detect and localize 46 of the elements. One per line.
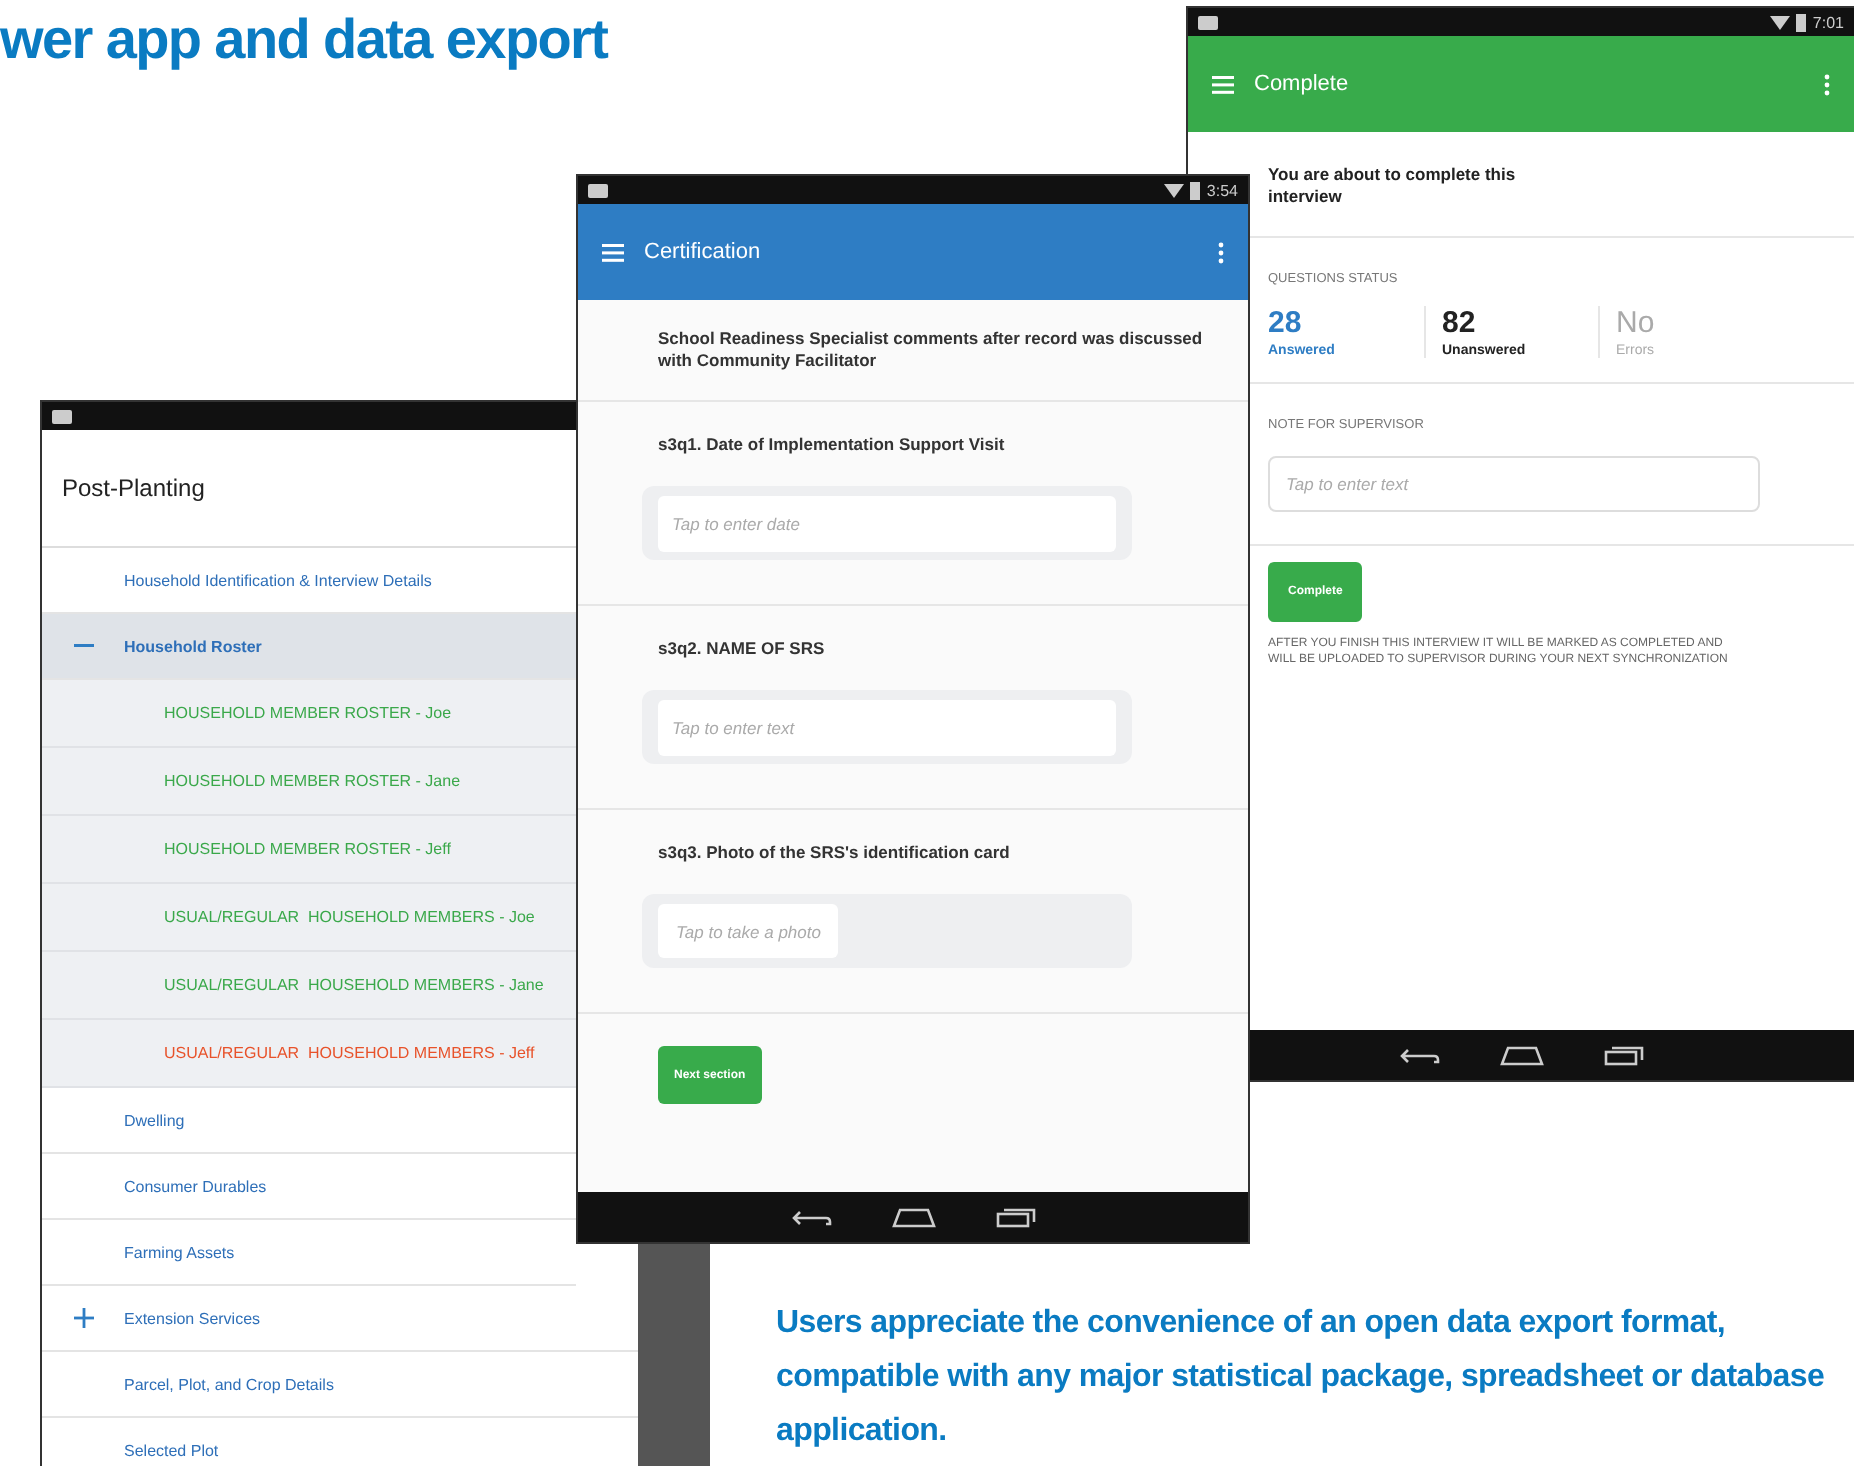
answer-field[interactable]: Tap to enter text: [658, 699, 1116, 755]
status-time: 3:54: [1206, 181, 1238, 199]
stat-value: 28: [1268, 306, 1304, 340]
status-time: 7:01: [1812, 13, 1844, 31]
note-input-field[interactable]: Tap to enter text: [1268, 456, 1760, 512]
section-item[interactable]: Parcel, Plot, and Crop Details: [42, 1352, 638, 1418]
subsection-item[interactable]: HOUSEHOLD MEMBER ROSTER - Jeff: [42, 816, 576, 884]
wifi-icon: [1164, 182, 1185, 198]
notification-icon: [52, 408, 72, 424]
screen-title: Certification: [644, 240, 763, 264]
caption-text: Users appreciate the convenience of an open data export format, compatible with any major statistical package, spreadsheet or database application.: [776, 1304, 1827, 1452]
take-photo-button[interactable]: Tap to take a photo: [658, 904, 839, 958]
subsection-item[interactable]: USUAL/REGULAR HOUSEHOLD MEMBERS - Jane: [42, 952, 576, 1020]
battery-icon: [1190, 181, 1201, 199]
intro-text: School Readiness Specialist comments after record was discussed with Community Facilitator: [658, 326, 1205, 374]
more-icon: [1218, 241, 1224, 263]
notification-icon: [1198, 14, 1218, 30]
home-icon: [1499, 1045, 1543, 1065]
notification-icon: [588, 182, 608, 198]
page-heading: wer app and data export: [0, 8, 608, 72]
screen-title: Complete: [1254, 72, 1351, 96]
subsection-item[interactable]: HOUSEHOLD MEMBER ROSTER - Jane: [42, 748, 576, 816]
home-icon: [891, 1207, 935, 1227]
stat-value: No: [1616, 306, 1657, 340]
question-label: s3q3. Photo of the SRS's identification card: [656, 840, 1012, 862]
answer-field[interactable]: Tap to enter date: [658, 495, 1116, 551]
section-item[interactable]: Farming Assets: [42, 1220, 576, 1286]
more-icon: [1824, 73, 1830, 95]
recents-icon: [1603, 1045, 1643, 1065]
menu-icon: [1212, 75, 1234, 93]
section-item[interactable]: Household Roster: [42, 614, 576, 680]
section-item[interactable]: Extension Services: [42, 1286, 638, 1352]
question-label: s3q1. Date of Implementation Support Visit: [656, 432, 1007, 454]
subsection-item[interactable]: USUAL/REGULAR HOUSEHOLD MEMBERS - Jeff: [42, 1020, 576, 1088]
wifi-icon: [1770, 14, 1791, 30]
section-item[interactable]: Selected Plot: [42, 1418, 638, 1466]
battery-icon: [1796, 13, 1807, 31]
back-icon: [1399, 1045, 1439, 1065]
stat-value: 82: [1442, 306, 1478, 340]
recents-icon: [995, 1207, 1035, 1227]
back-icon: [791, 1207, 831, 1227]
question-label: s3q2. NAME OF SRS: [656, 636, 827, 658]
subsection-item[interactable]: USUAL/REGULAR HOUSEHOLD MEMBERS - Joe: [42, 884, 576, 952]
intro-text: You are about to complete this interview: [1268, 162, 1518, 210]
subsection-item[interactable]: HOUSEHOLD MEMBER ROSTER - Joe: [42, 680, 576, 748]
menu-icon: [602, 243, 624, 261]
